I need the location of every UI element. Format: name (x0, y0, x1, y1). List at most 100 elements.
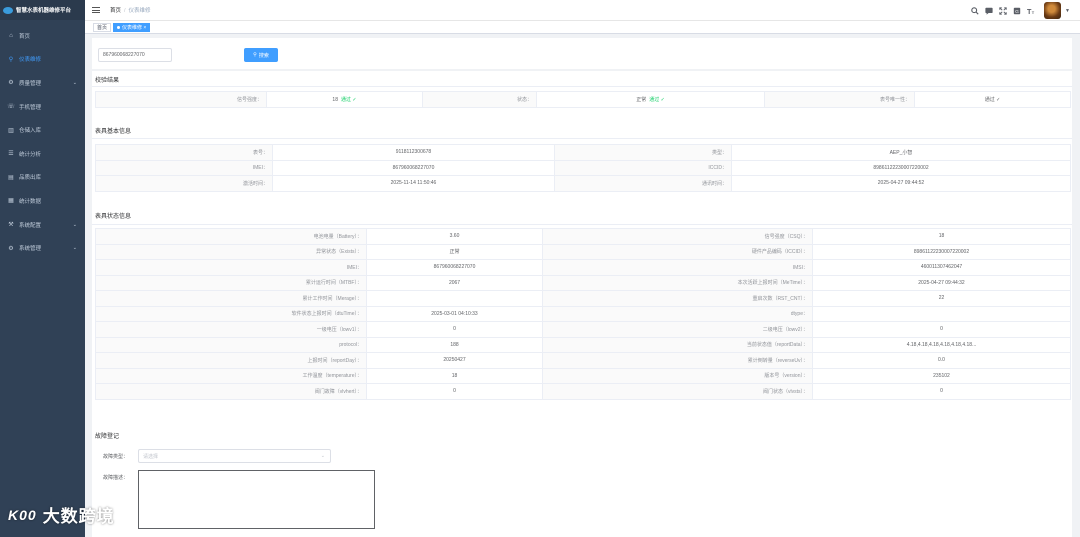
phone-icon: ☏ (7, 104, 15, 111)
caret-down-icon[interactable]: ▼ (1065, 8, 1070, 14)
fault-type-select[interactable]: 请选择 ⌄ (138, 449, 331, 463)
hamburger-icon[interactable] (91, 5, 101, 15)
document-icon: ▤ (8, 174, 14, 181)
message-icon[interactable] (984, 6, 994, 16)
field-label: 电池电量（Battery）： (95, 228, 367, 245)
field-label: dtype： (542, 305, 813, 322)
search-icon: ⚲ (8, 56, 14, 63)
field-label: IMEI： (95, 259, 367, 276)
field-value: 18 (812, 228, 1071, 245)
top-navbar: 首页 / 仪表维修 G TT ▼ (85, 0, 1080, 21)
field-label: IMEI： (95, 159, 273, 176)
field-label: 二级电压（lowv2）： (542, 321, 813, 338)
chart-icon: ▥ (8, 127, 14, 134)
tags-view: 首页 仪表维修 × (85, 21, 1080, 34)
main-content: ⚲ 搜索 校验结果 信号强度：18通过 ✓状态：正常通过 ✓表号唯一性：通过 ✓… (85, 34, 1080, 537)
navbar-actions: G TT ▼ (970, 0, 1080, 21)
field-value: 0 (812, 321, 1071, 338)
search-input[interactable] (98, 48, 172, 62)
app-title: 智慧水表机器维修平台 (16, 8, 72, 14)
field-label: protocol： (95, 336, 367, 353)
field-value: 0 (366, 383, 543, 400)
sidebar-menu: ⌂ 首页 ⚲ 仪表维修 ⚙ 质量管理 ⌄ ☏ 手机管理 ▥ 仓储入库 ☰ 统计分析 ▤ 品质出库 ▦ 统计数据 ⚒… (0, 24, 85, 260)
svg-text:G: G (1015, 9, 1019, 15)
table-row: IMEI： 867960068227070 ICCID： 89861122230007… (95, 159, 1071, 176)
field-value: 2025-11-14 11:50:46 (272, 175, 555, 192)
sidebar-item[interactable]: ☏ 手机管理 (0, 95, 85, 119)
field-value: 18 (366, 367, 543, 384)
sidebar-item-label: 系统配置 (19, 222, 42, 229)
divider (92, 86, 1072, 87)
sidebar-item[interactable]: ▤ 品质出库 (0, 166, 85, 190)
chevron-down-icon: ⌄ (320, 453, 325, 459)
field-label: 激活时间： (95, 175, 273, 192)
field-label: 类型： (554, 144, 732, 161)
table-row: 激活时间： 2025-11-14 11:50:46 通讯时间： 2025-04-27 … (95, 175, 1071, 192)
field-label: 通讯时间： (554, 175, 732, 192)
detail-card: 校验结果 信号强度： 18 通过 ✓ 状态： 正常 通过 ✓ 表号唯一性： 通过 ✓ 表具基本… (92, 71, 1072, 537)
user-avatar[interactable] (1044, 2, 1062, 19)
sidebar-item[interactable]: ⚙ 系统管理 ⌄ (0, 236, 85, 260)
field-value: 22 (812, 290, 1071, 307)
chevron-down-icon: ⌄ (72, 221, 77, 228)
watermark-logo: K00 (8, 506, 37, 523)
field-value: 正常 (366, 243, 543, 260)
field-value: 2025-04-27 09:44:52 (731, 175, 1071, 192)
table-row: 工作温度（temperature）： 18 版本号（version）： 235102 (95, 367, 1071, 384)
field-label: 上报时间（reportDay）： (95, 352, 367, 369)
fault-type-label: 故障类型： (103, 454, 129, 460)
sidebar-item[interactable]: ▦ 统计数据 (0, 189, 85, 213)
field-value: 188 (366, 336, 543, 353)
signal-label: 信号强度： (95, 91, 267, 108)
field-label: 累计工作时间（Merage）： (95, 290, 367, 307)
field-label: 重启次数（RST_CNT）： (542, 290, 813, 307)
signal-number: 18 (332, 96, 338, 103)
field-value: 89861122230007220002 (731, 159, 1071, 176)
tag-item[interactable]: 仪表维修 × (113, 22, 151, 32)
state-text: 正常 (636, 96, 647, 103)
docs-icon[interactable]: G (1012, 6, 1022, 16)
field-label: 当前状态值（reportData）： (542, 336, 813, 353)
field-value: 460011307462047 (812, 259, 1071, 276)
sidebar-item[interactable]: ⚲ 仪表维修 (0, 48, 85, 72)
pass-badge: 通过 ✓ (914, 91, 1071, 108)
status-info-table: 电池电量（Battery）： 3.60 信号强度（CSQ）： 18 异常状态（Exist… (95, 228, 1071, 400)
field-label: 软件状态上报时间（dtuTime）： (95, 305, 367, 322)
font-size-icon[interactable]: TT (1026, 6, 1036, 16)
field-label: 硬件产品编码（ICCID）： (542, 243, 813, 260)
app-logo[interactable]: 智慧水表机器维修平台 (0, 0, 85, 20)
pass-badge: 通过 ✓ (649, 96, 665, 103)
home-icon: ⌂ (9, 32, 13, 39)
field-value: 0 (812, 383, 1071, 400)
search-icon: ⚲ (253, 52, 257, 58)
field-value (812, 305, 1071, 322)
breadcrumb-home[interactable]: 首页 (110, 8, 121, 14)
logo-icon (3, 6, 13, 14)
field-value: 867960068227070 (366, 259, 543, 276)
sidebar-item[interactable]: ⌂ 首页 (0, 24, 85, 48)
field-label: IMSI： (542, 259, 813, 276)
search-icon[interactable] (970, 6, 980, 16)
tag-item[interactable]: 首页 (93, 22, 112, 32)
sidebar-item[interactable]: ⚒ 系统配置 ⌄ (0, 213, 85, 237)
field-label: 阀门状态（vlvsts）： (542, 383, 813, 400)
state-value: 正常 通过 ✓ (536, 91, 765, 108)
meter-unique-label: 表号唯一性： (764, 91, 915, 108)
search-button[interactable]: ⚲ 搜索 (244, 48, 278, 62)
field-label: 表号： (95, 144, 273, 161)
pass-badge: 通过 ✓ (340, 96, 357, 103)
fault-desc-label: 故障描述： (103, 475, 129, 481)
field-label: 本次活跃上报时间（MeTime）： (542, 274, 813, 291)
sidebar: 智慧水表机器维修平台 ⌂ 首页 ⚲ 仪表维修 ⚙ 质量管理 ⌄ ☏ 手机管理 ▥ 仓储入库 ☰ 统计分析… (0, 0, 85, 537)
close-icon[interactable]: × (142, 25, 146, 31)
chevron-down-icon: ⌄ (72, 245, 77, 252)
fullscreen-icon[interactable] (998, 6, 1008, 16)
sidebar-item[interactable]: ▥ 仓储入库 (0, 118, 85, 142)
field-label: 异常状态（Exists）： (95, 243, 367, 260)
table-row: 累计运行时间（MTBF）： 2067 本次活跃上报时间（MeTime）： 2025-0… (95, 274, 1071, 291)
sidebar-item[interactable]: ☰ 统计分析 (0, 142, 85, 166)
divider (92, 224, 1072, 225)
fault-desc-textarea[interactable] (138, 470, 375, 529)
svg-text:T: T (1032, 10, 1035, 15)
sidebar-item[interactable]: ⚙ 质量管理 ⌄ (0, 71, 85, 95)
